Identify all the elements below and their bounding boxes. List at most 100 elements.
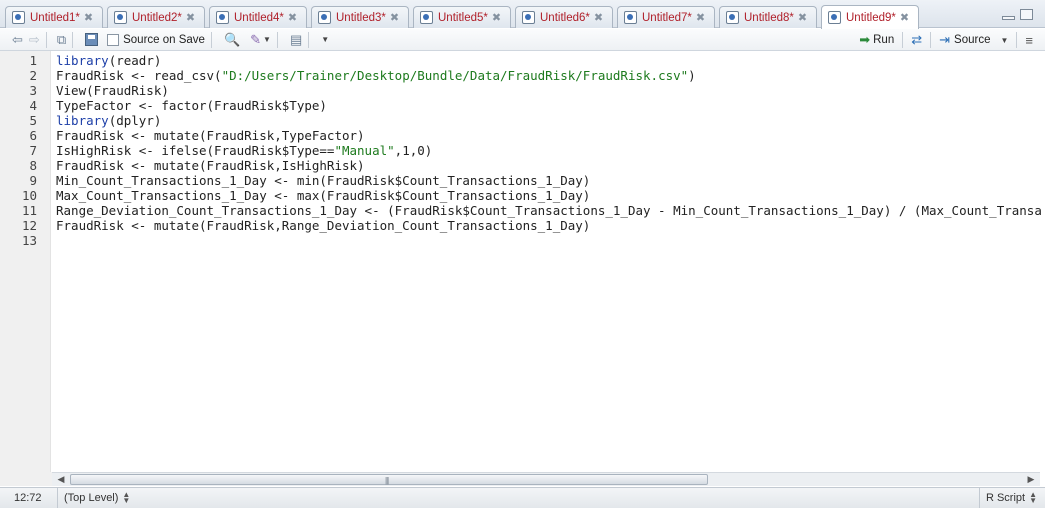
close-icon[interactable]: ✖ bbox=[186, 11, 195, 24]
run-button[interactable]: ➡ Run bbox=[859, 32, 894, 48]
maximize-pane-button[interactable] bbox=[1020, 9, 1033, 20]
line-number: 12 bbox=[21, 218, 37, 233]
close-icon[interactable]: ✖ bbox=[900, 11, 909, 24]
r-file-icon bbox=[420, 11, 433, 24]
code-text: TypeFactor <- factor(FraudRisk$Type) bbox=[56, 98, 327, 113]
editor-tab[interactable]: Untitled1* ✖ bbox=[5, 6, 103, 28]
rerun-icon[interactable]: ⇄ bbox=[911, 31, 922, 49]
close-icon[interactable]: ✖ bbox=[288, 11, 297, 24]
run-arrow-icon: ➡ bbox=[859, 32, 871, 47]
editor-tab[interactable]: Untitled2* ✖ bbox=[107, 6, 205, 28]
document-outline-icon[interactable]: ≡ bbox=[1025, 31, 1033, 49]
chevron-down-icon[interactable]: ▼ bbox=[263, 31, 271, 49]
editor-tab[interactable]: Untitled9* ✖ bbox=[821, 5, 919, 29]
code-line[interactable]: Min_Count_Transactions_1_Day <- min(Frau… bbox=[56, 173, 590, 188]
compile-report-icon[interactable]: ▤ bbox=[290, 31, 302, 49]
r-file-icon bbox=[624, 11, 637, 24]
close-icon[interactable]: ✖ bbox=[84, 11, 93, 24]
scrollbar-thumb[interactable]: ||| bbox=[70, 474, 708, 485]
code-text: Range_Deviation_Count_Transactions_1_Day… bbox=[56, 203, 1041, 218]
r-file-icon bbox=[12, 11, 25, 24]
run-label: Run bbox=[873, 34, 895, 46]
horizontal-scrollbar[interactable]: ◀ ||| ▶ bbox=[52, 472, 1040, 486]
editor-tab[interactable]: Untitled8* ✖ bbox=[719, 6, 817, 28]
code-line[interactable]: FraudRisk <- read_csv("D:/Users/Trainer/… bbox=[56, 68, 696, 83]
line-number: 8 bbox=[29, 158, 37, 173]
grip-icon: ||| bbox=[385, 476, 389, 485]
code-line[interactable]: Range_Deviation_Count_Transactions_1_Day… bbox=[56, 203, 1041, 218]
code-text: View(FraudRisk) bbox=[56, 83, 169, 98]
show-in-window-icon[interactable]: ⧉ bbox=[57, 31, 66, 49]
r-file-icon bbox=[726, 11, 739, 24]
divider bbox=[45, 31, 47, 48]
search-icon[interactable]: 🔍 bbox=[224, 31, 240, 49]
editor-tab[interactable]: Untitled3* ✖ bbox=[311, 6, 409, 28]
code-text: FraudRisk <- read_csv( bbox=[56, 68, 222, 83]
code-line[interactable]: View(FraudRisk) bbox=[56, 83, 169, 98]
status-bar: 12:72 (Top Level) ▲ ▼ R Script ▲ ▼ bbox=[0, 487, 1045, 508]
divider bbox=[308, 31, 310, 48]
code-line[interactable]: library(dplyr) bbox=[56, 113, 161, 128]
source-button[interactable]: ⇥ Source ▼ bbox=[939, 31, 1008, 49]
scroll-left-arrow-icon[interactable]: ◀ bbox=[54, 473, 68, 486]
line-number: 1 bbox=[29, 53, 37, 68]
scope-selector[interactable]: (Top Level) ▲ ▼ bbox=[58, 491, 130, 505]
line-number: 6 bbox=[29, 128, 37, 143]
line-number: 9 bbox=[29, 173, 37, 188]
line-number: 7 bbox=[29, 143, 37, 158]
editor-tab[interactable]: Untitled6* ✖ bbox=[515, 6, 613, 28]
close-icon[interactable]: ✖ bbox=[390, 11, 399, 24]
up-down-chevron-icon: ▲ ▼ bbox=[1029, 490, 1037, 505]
r-file-icon bbox=[318, 11, 331, 24]
editor-tab[interactable]: Untitled4* ✖ bbox=[209, 6, 307, 28]
close-icon[interactable]: ✖ bbox=[492, 11, 501, 24]
line-number: 4 bbox=[29, 98, 37, 113]
code-text: ) bbox=[688, 68, 696, 83]
code-line[interactable]: TypeFactor <- factor(FraudRisk$Type) bbox=[56, 98, 327, 113]
tab-label: Untitled1* bbox=[30, 11, 80, 24]
code-editor[interactable]: 1 2 3 4 5 6 7 8 9 10 11 12 13 library(readr) FraudRis… bbox=[0, 51, 1045, 472]
editor-tab[interactable]: Untitled7* ✖ bbox=[617, 6, 715, 28]
tab-label: Untitled8* bbox=[744, 11, 794, 24]
code-line[interactable]: IsHighRisk <- ifelse(FraudRisk$Type=="Ma… bbox=[56, 143, 432, 158]
code-area[interactable]: library(readr) FraudRisk <- read_csv("D:/… bbox=[56, 51, 1041, 472]
save-icon[interactable] bbox=[85, 33, 99, 46]
source-on-save-checkbox[interactable] bbox=[107, 33, 120, 46]
forward-arrow-icon[interactable]: ⇨ bbox=[29, 31, 40, 49]
code-text: Max_Count_Transactions_1_Day <- max(Frau… bbox=[56, 188, 591, 203]
close-icon[interactable]: ✖ bbox=[594, 11, 603, 24]
tab-label: Untitled4* bbox=[234, 11, 284, 24]
file-type-label: R Script bbox=[985, 492, 1026, 504]
tab-label: Untitled2* bbox=[132, 11, 182, 24]
line-number: 5 bbox=[29, 113, 37, 128]
code-line[interactable]: FraudRisk <- mutate(FraudRisk,IsHighRisk… bbox=[56, 158, 365, 173]
code-line[interactable]: FraudRisk <- mutate(FraudRisk,Range_Devi… bbox=[56, 218, 590, 233]
line-number-gutter: 1 2 3 4 5 6 7 8 9 10 11 12 13 bbox=[0, 51, 51, 472]
code-string: "D:/Users/Trainer/Desktop/Bundle/Data/Fr… bbox=[221, 68, 689, 83]
code-line[interactable]: FraudRisk <- mutate(FraudRisk,TypeFactor… bbox=[56, 128, 365, 143]
code-text: FraudRisk <- mutate(FraudRisk,IsHighRisk… bbox=[56, 158, 365, 173]
divider bbox=[72, 31, 74, 48]
source-on-save-toggle[interactable]: Source on Save bbox=[107, 33, 205, 46]
minimize-pane-button[interactable] bbox=[1002, 16, 1015, 20]
code-text: IsHighRisk <- ifelse(FraudRisk$Type== bbox=[56, 143, 335, 158]
code-text: (dplyr) bbox=[108, 113, 162, 128]
chevron-down-icon[interactable]: ▼ bbox=[321, 31, 329, 49]
scroll-right-arrow-icon[interactable]: ▶ bbox=[1024, 473, 1038, 486]
window-controls bbox=[1002, 9, 1033, 20]
close-icon[interactable]: ✖ bbox=[798, 11, 807, 24]
editor-tab-bar: Untitled1* ✖ Untitled2* ✖ Untitled4* ✖ Untitle… bbox=[0, 0, 1045, 29]
close-icon[interactable]: ✖ bbox=[696, 11, 705, 24]
back-arrow-icon[interactable]: ⇦ bbox=[12, 31, 23, 49]
code-line[interactable]: library(readr) bbox=[56, 53, 161, 68]
line-number: 2 bbox=[29, 68, 37, 83]
code-keyword: library bbox=[56, 53, 109, 68]
editor-tab[interactable]: Untitled5* ✖ bbox=[413, 6, 511, 28]
r-file-icon bbox=[216, 11, 229, 24]
code-line[interactable]: Max_Count_Transactions_1_Day <- max(Frau… bbox=[56, 188, 590, 203]
code-tools-wand-icon[interactable]: ✎ bbox=[250, 31, 261, 49]
line-number: 13 bbox=[21, 233, 37, 248]
file-type-selector[interactable]: R Script ▲ ▼ bbox=[978, 488, 1037, 508]
chevron-down-icon[interactable]: ▼ bbox=[1000, 31, 1008, 49]
code-text: FraudRisk <- mutate(FraudRisk,TypeFactor… bbox=[56, 128, 365, 143]
